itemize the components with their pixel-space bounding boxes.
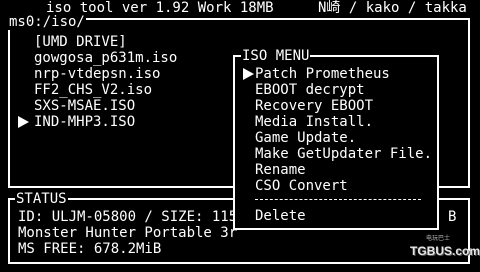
list-item[interactable]: [UMD DRIVE] [34, 34, 127, 50]
status-id-size: ID: ULJM-05800 / SIZE: 115 [18, 209, 238, 225]
credits-text: N崎 / kako / takka [318, 0, 467, 16]
current-path: ms0:/iso/ [8, 14, 86, 30]
status-free-space: MS FREE: 678.2MiB [18, 241, 162, 257]
menu-item-game-update[interactable]: Game Update. [255, 130, 356, 146]
list-item[interactable]: gowgosa_p631m.iso [34, 50, 177, 66]
menu-cursor-icon [242, 66, 255, 82]
menu-item-delete[interactable]: Delete [255, 208, 306, 224]
menu-item-rename[interactable]: Rename [255, 162, 306, 178]
menu-item-make-getupdater[interactable]: Make GetUpdater File. [255, 146, 432, 162]
status-size-suffix: B [448, 209, 457, 225]
watermark-logo: TGBUS.com [410, 244, 480, 258]
menu-item-eboot-decrypt[interactable]: EBOOT decrypt [255, 82, 365, 98]
watermark-subtext: 电玩巴士 [426, 236, 451, 242]
list-item[interactable]: SXS-MSAE.ISO [34, 98, 135, 114]
list-item[interactable]: FF2_CHS_V2.iso [34, 82, 152, 98]
menu-item-media-install[interactable]: Media Install. [255, 114, 373, 130]
iso-menu-title: ISO MENU [241, 48, 311, 64]
selection-cursor-icon [17, 114, 30, 130]
menu-separator [255, 199, 421, 200]
list-item-selected[interactable]: IND-MHP3.ISO [34, 114, 135, 130]
status-game-title: Monster Hunter Portable 3r [18, 225, 238, 241]
menu-item-patch-prometheus[interactable]: Patch Prometheus [255, 66, 390, 82]
list-item[interactable]: nrp-vtdepsn.iso [34, 66, 160, 82]
menu-item-recovery-eboot[interactable]: Recovery EBOOT [255, 98, 373, 114]
menu-item-cso-convert[interactable]: CSO Convert [255, 178, 348, 194]
status-title: STATUS [15, 191, 68, 207]
